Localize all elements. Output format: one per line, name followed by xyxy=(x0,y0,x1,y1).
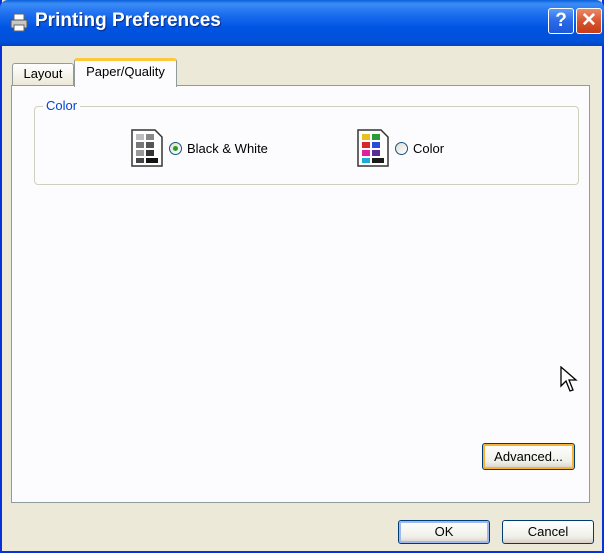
tab-layout[interactable]: Layout xyxy=(12,63,74,85)
cancel-button[interactable]: Cancel xyxy=(502,520,594,544)
color-group-label: Color xyxy=(43,98,81,113)
color-groupbox: Color Black & White Color xyxy=(34,98,579,185)
grayscale-document-icon xyxy=(131,129,163,167)
black-white-radio[interactable] xyxy=(169,141,182,155)
close-button[interactable]: ✕ xyxy=(576,8,602,34)
printer-icon xyxy=(10,13,28,32)
color-option[interactable]: Color xyxy=(357,129,444,167)
title-bar[interactable]: Printing Preferences ? ✕ xyxy=(0,0,604,46)
advanced-button[interactable]: Advanced... xyxy=(482,443,575,470)
color-radio[interactable] xyxy=(395,141,408,155)
tab-panel: Color Black & White Color Advanced... xyxy=(11,85,590,503)
window-title: Printing Preferences xyxy=(35,10,221,31)
ok-button[interactable]: OK xyxy=(398,520,490,544)
color-document-icon xyxy=(357,129,389,167)
printing-preferences-dialog: Printing Preferences ? ✕ Layout Paper/Qu… xyxy=(0,0,604,553)
black-white-label: Black & White xyxy=(187,140,268,156)
help-button[interactable]: ? xyxy=(548,8,574,34)
color-label: Color xyxy=(413,140,445,156)
tab-paper-quality[interactable]: Paper/Quality xyxy=(74,58,177,87)
black-white-option[interactable]: Black & White xyxy=(131,129,268,167)
mouse-cursor-icon xyxy=(560,366,578,392)
